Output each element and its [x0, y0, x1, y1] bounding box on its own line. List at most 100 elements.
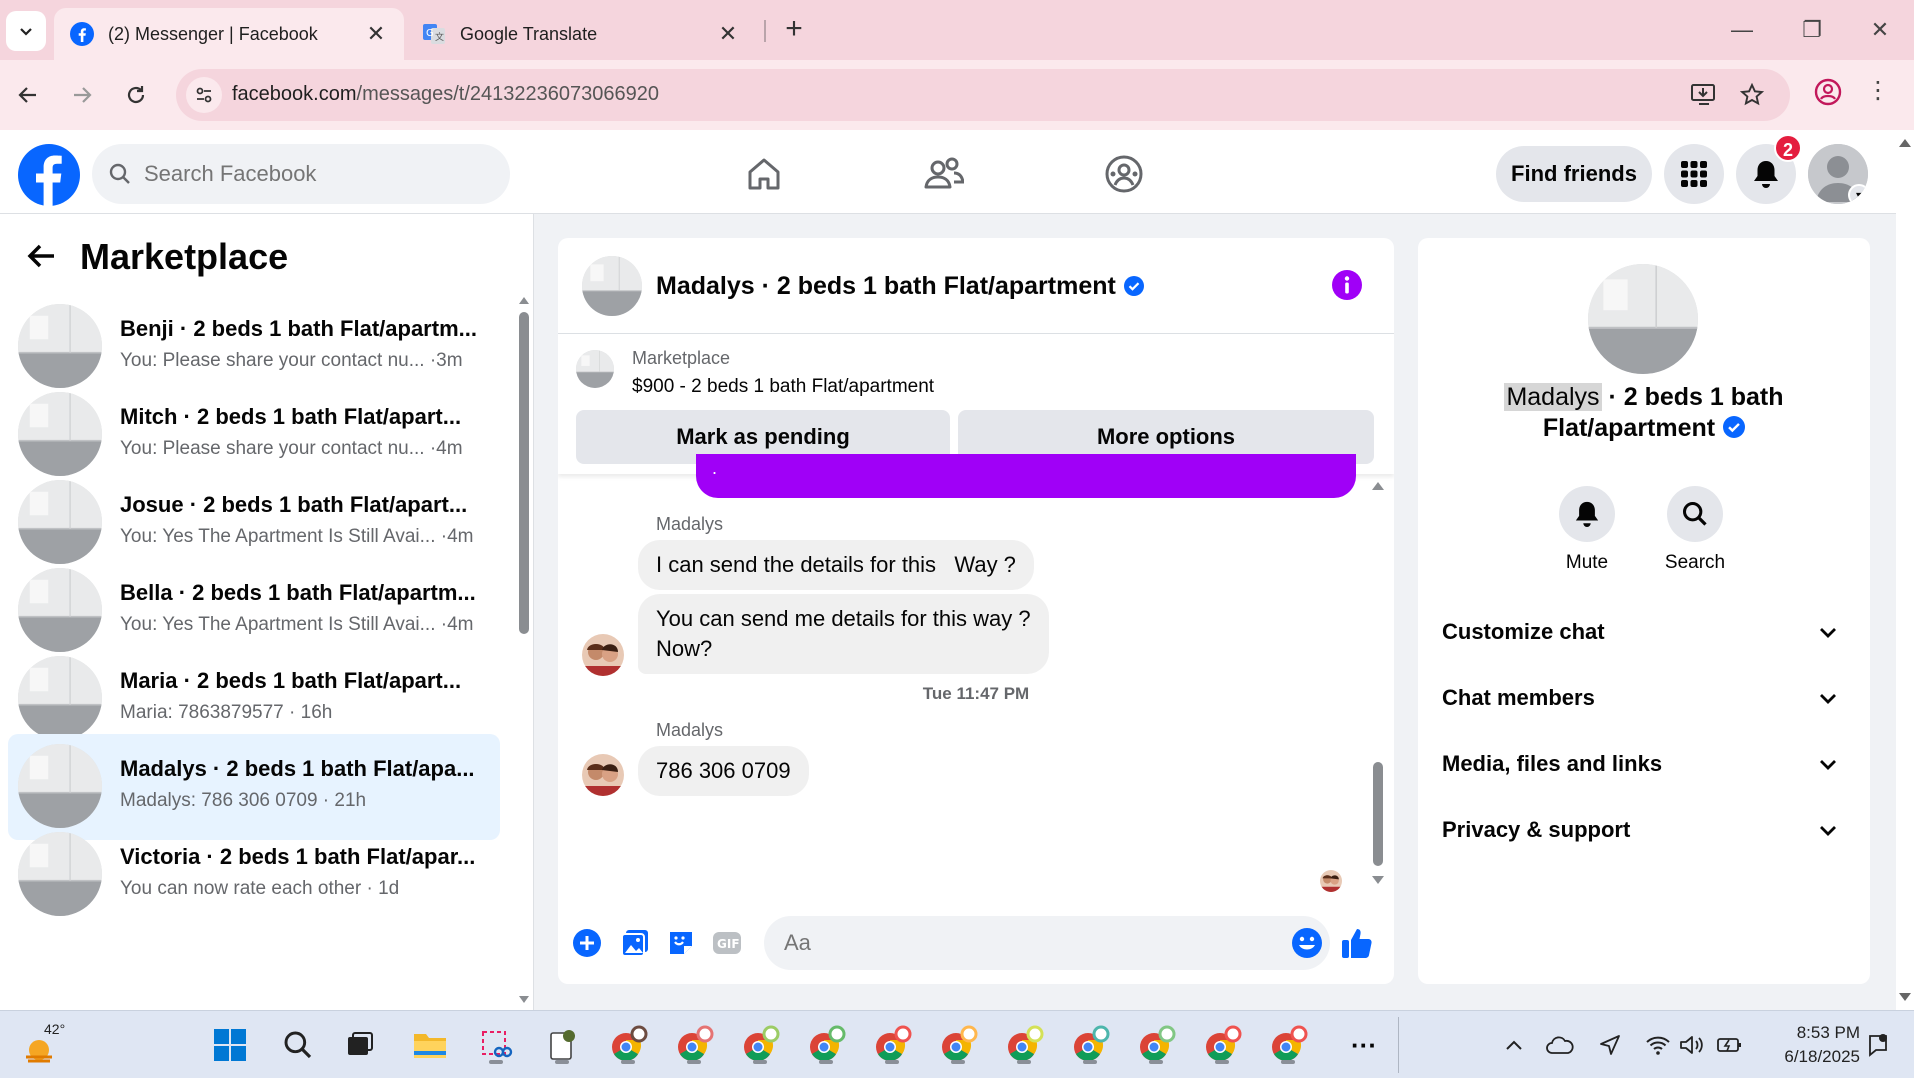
battery-icon[interactable]	[1716, 1031, 1744, 1059]
like-button[interactable]	[1340, 926, 1374, 960]
customize-chat-section[interactable]: Customize chat	[1442, 612, 1850, 652]
chrome-window-button[interactable]	[606, 1023, 650, 1067]
outgoing-message-bubble[interactable]: .	[696, 454, 1356, 498]
incoming-message-bubble[interactable]: I can send the details for this Way ?	[638, 540, 1034, 590]
chrome-window-button[interactable]	[936, 1023, 980, 1067]
restore-button[interactable]: ❐	[1790, 12, 1834, 48]
scroll-down-icon[interactable]	[1896, 990, 1914, 1004]
close-window-button[interactable]: ✕	[1858, 12, 1902, 48]
sender-avatar[interactable]	[582, 754, 624, 796]
more-icon: ···	[1351, 1029, 1377, 1060]
file-explorer-button[interactable]	[408, 1023, 452, 1067]
new-tab-button[interactable]: +	[776, 12, 812, 48]
back-arrow-icon[interactable]	[24, 238, 60, 274]
scroll-down-icon[interactable]	[518, 994, 530, 1006]
chrome-window-button[interactable]	[804, 1023, 848, 1067]
gif-button[interactable]: GIF	[710, 926, 744, 960]
minimize-button[interactable]: —	[1720, 12, 1764, 48]
show-hidden-icons-button[interactable]	[1500, 1031, 1528, 1059]
tab-search-button[interactable]	[6, 11, 46, 51]
chat-scrollbar[interactable]	[1370, 478, 1386, 898]
close-tab-icon[interactable]: ✕	[364, 21, 388, 47]
onedrive-icon[interactable]	[1546, 1031, 1574, 1059]
chrome-window-button[interactable]	[870, 1023, 914, 1067]
room-photo[interactable]	[582, 256, 642, 316]
facebook-search[interactable]	[92, 144, 510, 204]
message-input[interactable]	[784, 930, 1264, 956]
notification-center-button[interactable]	[1864, 1031, 1892, 1059]
sticker-button[interactable]	[664, 926, 698, 960]
chrome-window-button[interactable]	[1002, 1023, 1046, 1067]
reload-button[interactable]	[118, 77, 154, 113]
listing-photo[interactable]	[576, 350, 614, 388]
find-friends-button[interactable]: Find friends	[1496, 146, 1652, 202]
home-nav[interactable]	[742, 152, 786, 196]
listing-price[interactable]: $900 - 2 beds 1 bath Flat/apartment	[632, 376, 934, 398]
volume-icon[interactable]	[1678, 1031, 1706, 1059]
more-actions-button[interactable]	[570, 926, 604, 960]
incoming-message-bubble[interactable]: 786 306 0709	[638, 746, 809, 796]
weather-widget[interactable]: 42°	[22, 1021, 82, 1069]
scroll-up-icon[interactable]	[1370, 478, 1386, 492]
friends-nav[interactable]	[922, 152, 966, 196]
tab-messenger[interactable]: (2) Messenger | Facebook ✕	[54, 8, 404, 60]
incoming-message-bubble[interactable]: You can send me details for this way ? N…	[638, 594, 1049, 674]
chat-members-section[interactable]: Chat members	[1442, 678, 1850, 718]
media-files-links-section[interactable]: Media, files and links	[1442, 744, 1850, 784]
chrome-window-button[interactable]	[1266, 1023, 1310, 1067]
message-input-container[interactable]	[764, 916, 1330, 970]
privacy-support-section[interactable]: Privacy & support	[1442, 810, 1850, 850]
url-text[interactable]: facebook.com/messages/t/2413223607306692…	[232, 83, 659, 106]
start-button[interactable]	[208, 1023, 252, 1067]
chrome-window-button[interactable]	[672, 1023, 716, 1067]
address-bar[interactable]: facebook.com/messages/t/2413223607306692…	[176, 69, 1790, 121]
chrome-window-button[interactable]	[1134, 1023, 1178, 1067]
chrome-window-button[interactable]	[738, 1023, 782, 1067]
conversation-list-panel: Marketplace Benji · 2 beds 1 bath Flat/a…	[0, 214, 534, 1010]
tab-google-translate[interactable]: G文 Google Translate ✕	[406, 8, 756, 60]
account-avatar[interactable]: ▾	[1808, 144, 1868, 204]
system-clock[interactable]: 8:53 PM 6/18/2025	[1764, 1021, 1860, 1069]
search-in-conversation-button[interactable]	[1667, 486, 1723, 542]
sender-avatar[interactable]	[582, 634, 624, 676]
chat-title[interactable]: Madalys · 2 beds 1 bath Flat/apartment	[656, 272, 1144, 301]
snipping-tool-button[interactable]	[474, 1023, 518, 1067]
chrome-icon	[942, 1025, 978, 1061]
emoji-icon[interactable]	[1290, 926, 1324, 960]
install-app-icon[interactable]	[1690, 81, 1718, 109]
attach-photo-button[interactable]	[618, 926, 652, 960]
location-icon[interactable]	[1596, 1031, 1624, 1059]
search-input[interactable]	[144, 161, 474, 187]
search-action[interactable]: Search	[1650, 486, 1740, 574]
chrome-window-button[interactable]	[1068, 1023, 1112, 1067]
mute-button[interactable]	[1559, 486, 1615, 542]
bookmark-star-icon[interactable]	[1738, 81, 1766, 109]
facebook-logo-icon[interactable]	[18, 144, 80, 206]
menu-button[interactable]	[1664, 144, 1724, 204]
task-view-button[interactable]	[338, 1023, 382, 1067]
groups-nav[interactable]	[1102, 152, 1146, 196]
scrollbar-thumb[interactable]	[519, 312, 529, 634]
info-icon[interactable]	[1330, 268, 1364, 302]
running-indicator	[819, 1060, 833, 1064]
scroll-up-icon[interactable]	[518, 294, 530, 306]
scroll-down-icon[interactable]	[1370, 874, 1386, 888]
scrollbar-thumb[interactable]	[1373, 762, 1383, 866]
conversation-item[interactable]: Victoria · 2 beds 1 bath Flat/apar... You…	[8, 822, 500, 928]
taskbar-search-button[interactable]	[276, 1023, 320, 1067]
listing-profile-photo[interactable]	[1588, 264, 1698, 374]
browser-menu-icon[interactable]: ⋮	[1866, 76, 1890, 108]
close-tab-icon[interactable]: ✕	[716, 21, 740, 47]
site-info-icon[interactable]	[186, 77, 222, 113]
page-scrollbar[interactable]	[1896, 130, 1914, 1010]
scrollbar[interactable]	[518, 294, 530, 1006]
chrome-profile-icon[interactable]	[1812, 76, 1844, 108]
overflow-apps-button[interactable]: ···	[1342, 1023, 1386, 1067]
notepad-button[interactable]	[540, 1023, 584, 1067]
mute-action[interactable]: Mute	[1542, 486, 1632, 574]
wifi-icon[interactable]	[1644, 1031, 1672, 1059]
chrome-window-button[interactable]	[1200, 1023, 1244, 1067]
forward-button[interactable]	[64, 77, 100, 113]
back-button[interactable]	[10, 77, 46, 113]
scroll-up-icon[interactable]	[1896, 136, 1914, 150]
